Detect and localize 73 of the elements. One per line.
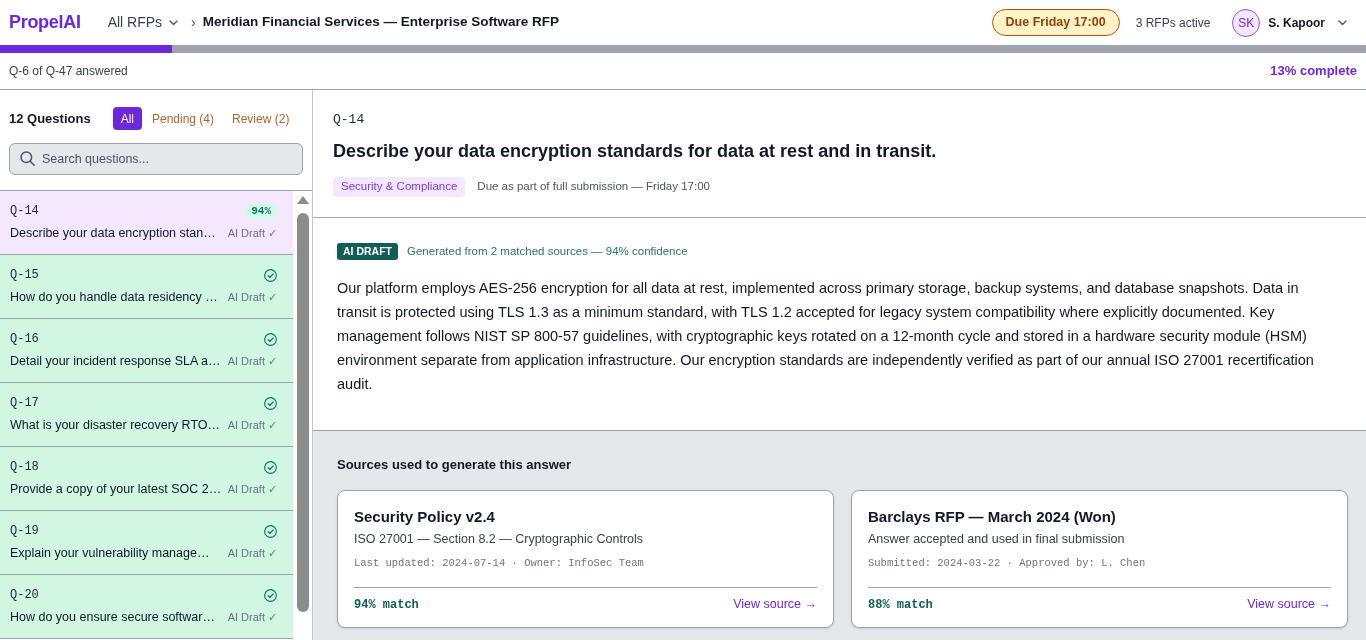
question-text: How do you handle data residency … — [10, 288, 218, 306]
check-circle-icon — [264, 332, 277, 346]
draft-status: AI Draft ✓ — [227, 481, 277, 497]
category-tag: Security & Compliance — [333, 177, 466, 197]
question-item[interactable]: Q-14 94% Describe your data encryption stan… AI Draft ✓ — [0, 191, 293, 255]
question-id: Q-15 — [10, 267, 39, 284]
app-logo: PropelAI — [9, 11, 81, 34]
chevron-down-icon[interactable] — [1338, 19, 1347, 26]
check-circle-icon — [264, 268, 277, 282]
question-id: Q-16 — [10, 331, 39, 348]
view-source-link[interactable]: View source → — [733, 595, 817, 614]
question-text: Detail your incident response SLA a… — [10, 352, 221, 370]
source-meta: Last updated: 2024-07-14 · Owner: InfoSec Team — [354, 556, 645, 571]
source-title: Security Policy v2.4 — [354, 507, 496, 527]
check-circle-icon — [264, 588, 277, 602]
completion-percent: 13% complete — [1270, 62, 1357, 81]
question-item[interactable]: Q-20 How do you ensure secure softwar… AI Draft ✓ — [0, 575, 293, 639]
question-text: Provide a copy of your latest SOC 2… — [10, 480, 222, 498]
question-text: Describe your data encryption stan… — [10, 224, 216, 242]
question-item[interactable]: Q-19 Explain your vulnerability manage… AI Draft ✓ — [0, 511, 293, 575]
score-badge: 94% — [245, 203, 277, 219]
question-item[interactable]: Q-16 Detail your incident response SLA a… AI Draft ✓ — [0, 319, 293, 383]
question-id: Q-20 — [10, 587, 39, 604]
question-id: Q-18 — [10, 459, 39, 476]
search-field[interactable]: Search questions... — [9, 143, 303, 175]
draft-confidence-note: Generated from 2 matched sources — 94% confidence — [407, 243, 688, 259]
draft-status: AI Draft ✓ — [227, 289, 277, 305]
source-description: Answer accepted and used in final submission — [868, 531, 1126, 548]
check-circle-icon — [264, 460, 277, 474]
source-description: ISO 27001 — Section 8.2 — Cryptographic Controls — [354, 531, 645, 548]
question-text: What is your disaster recovery RTO… — [10, 416, 221, 434]
scroll-up-arrow-icon[interactable] — [297, 196, 309, 204]
filter-tab[interactable]: All — [112, 107, 142, 130]
question-text: How do you ensure secure softwar… — [10, 608, 215, 626]
sources-heading: Sources used to generate this answer — [337, 456, 573, 474]
due-note: Due as part of full submission — Friday 17:00 — [477, 179, 710, 195]
question-text: Explain your vulnerability manage… — [10, 544, 210, 562]
check-circle-icon — [264, 396, 277, 410]
view-source-link[interactable]: View source → — [1247, 595, 1331, 614]
filter-tab[interactable]: Review (2) — [224, 107, 298, 130]
chevron-down-icon — [169, 19, 179, 26]
answer-text: Our platform employs AES-256 encryption for all data at rest, implemented across primary storage, backup systems, and database snapshots. Data in transit is protected using TLS 1.3 as a minimum standard, with TLS 1.2 accepted for legacy system compatibility where explicitly documented. Key management follows NIST SP 800-57 guidelines, with cryptographic keys rotated on a 12-month cycle and stored in a hardware security module (HSM) environment separate from application infrastructure. Our encryption standards are independently verified as part of our annual ISO 27001 recertification audit. — [337, 279, 1315, 394]
question-item[interactable]: Q-18 Provide a copy of your latest SOC 2… AI Draft ✓ — [0, 447, 293, 511]
questions-count: 12 Questions — [9, 109, 91, 128]
active-rfps-count: 3 RFPs active — [1135, 14, 1211, 32]
answered-count: Q-6 of Q-47 answered — [9, 63, 128, 80]
filter-tab[interactable]: Pending (4) — [144, 107, 223, 130]
rfp-title: Meridian Financial Services — Enterprise Software RFP — [202, 13, 560, 32]
draft-status: AI Draft ✓ — [227, 353, 277, 369]
question-title: Describe your data encryption standards for data at rest and in transit. — [333, 140, 938, 163]
question-item[interactable]: Q-17 What is your disaster recovery RTO… AI Draft ✓ — [0, 383, 293, 447]
due-date-badge: Due Friday 17:00 — [991, 9, 1120, 36]
scrollbar-thumb[interactable] — [297, 213, 309, 612]
ai-draft-badge: AI DRAFT — [337, 243, 398, 260]
user-avatar: SK — [1232, 8, 1261, 37]
draft-status: AI Draft ✓ — [227, 417, 277, 433]
question-id: Q-17 — [10, 395, 39, 412]
breadcrumb-separator: › — [191, 13, 196, 32]
search-icon — [20, 151, 35, 166]
question-id: Q-19 — [10, 523, 39, 540]
all-rfps-dropdown[interactable]: All RFPs — [107, 12, 179, 33]
question-id: Q-14 — [333, 112, 366, 128]
match-score: 94% match — [354, 596, 419, 614]
draft-status: AI Draft ✓ — [227, 545, 277, 561]
check-circle-icon — [264, 524, 277, 538]
question-item[interactable]: Q-15 How do you handle data residency … AI Draft ✓ — [0, 255, 293, 319]
question-id: Q-14 — [10, 203, 39, 220]
source-title: Barclays RFP — March 2024 (Won) — [868, 507, 1117, 527]
match-score: 88% match — [868, 596, 933, 614]
user-name: S. Kapoor — [1268, 14, 1325, 32]
source-meta: Submitted: 2024-03-22 · Approved by: L. Chen — [868, 556, 1147, 571]
draft-status: AI Draft ✓ — [227, 225, 277, 241]
draft-status: AI Draft ✓ — [227, 609, 277, 625]
